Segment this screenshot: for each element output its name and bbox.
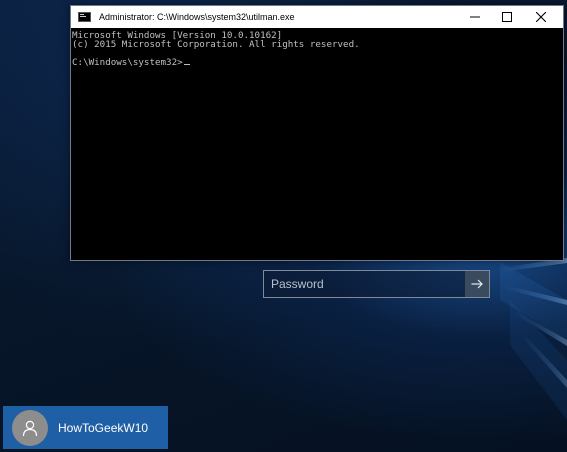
- password-input[interactable]: [264, 271, 465, 297]
- console-prompt: C:\Windows\system32>: [72, 57, 183, 68]
- console-line-copyright: (c) 2015 Microsoft Corporation. All righ…: [72, 39, 360, 50]
- console-window[interactable]: Administrator: C:\Windows\system32\utilm…: [70, 5, 564, 261]
- console-prompt-line[interactable]: C:\Windows\system32>: [72, 58, 563, 67]
- submit-button[interactable]: [465, 271, 489, 297]
- avatar: [12, 409, 48, 446]
- console-output[interactable]: Microsoft Windows [Version 10.0.10162] (…: [71, 28, 563, 260]
- maximize-button[interactable]: [491, 6, 523, 28]
- minimize-button[interactable]: [459, 6, 491, 28]
- text-cursor: [183, 64, 190, 65]
- user-name: HowToGeekW10: [58, 420, 149, 435]
- user-silhouette-icon: [22, 420, 38, 436]
- close-button[interactable]: [525, 6, 557, 28]
- user-tile[interactable]: HowToGeekW10: [3, 406, 168, 449]
- window-title: Administrator: C:\Windows\system32\utilm…: [99, 12, 295, 22]
- close-icon: [536, 12, 546, 22]
- console-icon: [78, 12, 91, 22]
- maximize-icon: [502, 12, 512, 22]
- password-field-container: [263, 270, 490, 298]
- minimize-icon: [470, 16, 480, 18]
- arrow-right-icon: [471, 279, 483, 289]
- title-bar[interactable]: Administrator: C:\Windows\system32\utilm…: [71, 6, 563, 28]
